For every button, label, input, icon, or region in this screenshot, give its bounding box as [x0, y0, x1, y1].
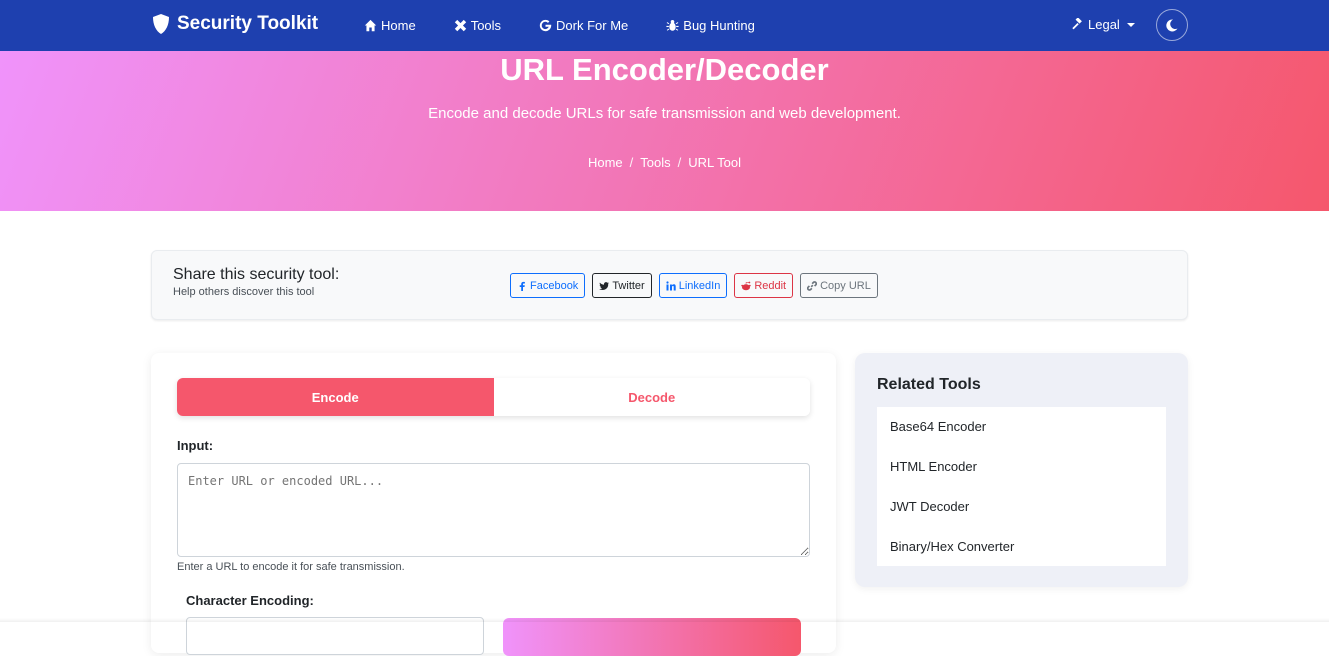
linkedin-icon — [666, 280, 676, 290]
tab-decode[interactable]: Decode — [493, 378, 810, 416]
moon-icon — [1166, 18, 1178, 31]
share-twitter-button[interactable]: Twitter — [592, 273, 652, 298]
link-icon — [807, 280, 818, 291]
breadcrumb-home[interactable]: Home — [588, 155, 623, 170]
twitter-icon — [599, 281, 610, 290]
encoding-label: Character Encoding: — [186, 593, 314, 608]
nav-bug-hunting[interactable]: Bug Hunting — [666, 18, 755, 33]
breadcrumb: Home / Tools / URL Tool — [0, 155, 1329, 170]
nav-tools-label: Tools — [470, 18, 502, 33]
footer-shadow — [0, 618, 1329, 622]
copy-url-button[interactable]: Copy URL — [800, 273, 878, 298]
related-tools-title: Related Tools — [877, 376, 981, 393]
share-subtitle: Help others discover this tool — [173, 286, 315, 298]
share-reddit-button[interactable]: Reddit — [734, 273, 794, 298]
shield-icon — [153, 14, 169, 34]
related-tool-link[interactable]: JWT Decoder — [877, 487, 1166, 527]
input-label: Input: — [177, 438, 214, 453]
bug-icon — [666, 20, 679, 31]
related-tools-list: Base64 Encoder HTML Encoder JWT Decoder … — [877, 407, 1166, 566]
related-tool-link[interactable]: HTML Encoder — [877, 447, 1166, 487]
share-linkedin-button[interactable]: LinkedIn — [658, 273, 728, 298]
action-button[interactable] — [503, 618, 801, 656]
navbar: Security Toolkit Home Tools Dork For Me … — [0, 0, 1329, 51]
copy-url-label: Copy URL — [820, 279, 871, 292]
related-tool-link[interactable]: Base64 Encoder — [877, 407, 1166, 447]
share-buttons: Facebook Twitter LinkedIn Reddit Copy UR… — [510, 273, 878, 298]
nav-dork[interactable]: Dork For Me — [539, 18, 628, 33]
share-facebook-label: Facebook — [530, 279, 579, 292]
share-title: Share this security tool: — [173, 266, 340, 283]
share-card: Share this security tool: Help others di… — [151, 250, 1188, 320]
facebook-icon — [519, 281, 525, 291]
theme-toggle-button[interactable] — [1156, 9, 1188, 41]
nav-links: Home Tools Dork For Me Bug Hunting — [364, 0, 793, 51]
brand[interactable]: Security Toolkit — [151, 13, 318, 35]
tools-icon — [454, 19, 466, 32]
encoding-select[interactable] — [186, 617, 484, 655]
mode-tabs: Encode Decode — [177, 378, 810, 416]
nav-bug-hunting-label: Bug Hunting — [683, 18, 755, 33]
reddit-icon — [741, 281, 752, 290]
url-input[interactable] — [177, 463, 810, 557]
share-reddit-label: Reddit — [754, 279, 787, 292]
brand-title: Security Toolkit — [177, 13, 319, 34]
google-icon — [539, 19, 552, 32]
input-helper-text: Enter a URL to encode it for safe transm… — [177, 561, 405, 573]
page-subtitle: Encode and decode URLs for safe transmis… — [428, 105, 901, 122]
share-twitter-label: Twitter — [612, 279, 645, 292]
chevron-down-icon — [1126, 22, 1135, 27]
related-tool-link[interactable]: Binary/Hex Converter — [877, 526, 1166, 566]
breadcrumb-tools[interactable]: Tools — [640, 155, 670, 170]
breadcrumb-separator: / — [629, 155, 634, 170]
nav-dork-label: Dork For Me — [556, 18, 629, 33]
share-facebook-button[interactable]: Facebook — [510, 273, 586, 298]
nav-tools[interactable]: Tools — [454, 18, 501, 33]
gavel-icon — [1072, 18, 1082, 30]
hero-banner: URL Encoder/Decoder Encode and decode UR… — [0, 51, 1329, 211]
tab-encode[interactable]: Encode — [177, 378, 494, 416]
breadcrumb-current: URL Tool — [688, 155, 742, 170]
share-linkedin-label: LinkedIn — [678, 279, 721, 292]
nav-home[interactable]: Home — [364, 18, 416, 33]
legal-dropdown[interactable]: Legal — [1071, 17, 1135, 32]
tool-card: Encode Decode Input: Enter a URL to enco… — [151, 353, 836, 656]
breadcrumb-separator: / — [677, 155, 682, 170]
legal-label: Legal — [1088, 17, 1120, 32]
home-icon — [364, 19, 377, 32]
related-tools-card: Related Tools Base64 Encoder HTML Encode… — [855, 353, 1188, 587]
nav-home-label: Home — [381, 18, 416, 33]
page-title: URL Encoder/Decoder — [500, 52, 829, 87]
